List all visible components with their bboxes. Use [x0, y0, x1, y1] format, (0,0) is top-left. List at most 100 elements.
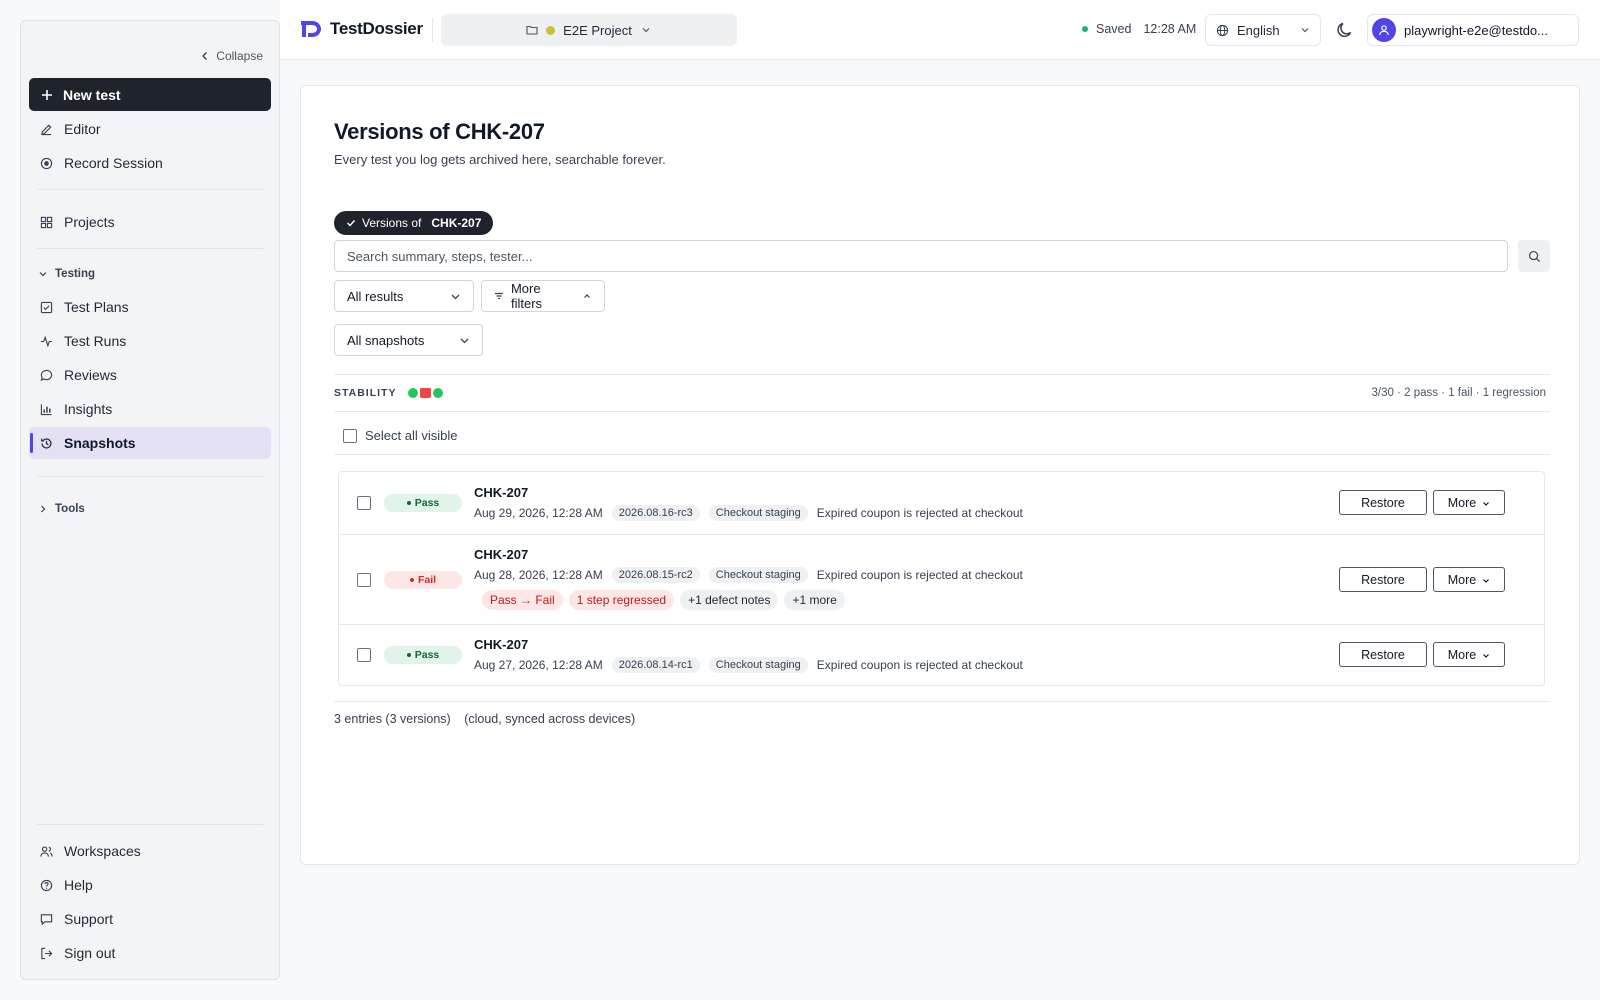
topbar-divider — [432, 18, 433, 42]
section-divider — [334, 411, 1550, 412]
version-tag: 2026.08.16-rc3 — [611, 505, 700, 521]
sidebar-item-workspaces[interactable]: Workspaces — [29, 835, 271, 867]
row-title: CHK-207 — [474, 637, 529, 652]
section-toggle-testing[interactable]: Testing — [39, 268, 95, 280]
section-toggle-tools[interactable]: Tools — [39, 503, 85, 515]
filter-chip-value: CHK-207 — [431, 216, 482, 230]
more-filters-button[interactable]: More filters — [481, 280, 605, 312]
sidebar-item-label: Reviews — [64, 367, 117, 383]
project-switcher[interactable]: E2E Project — [441, 14, 737, 46]
row-checkbox[interactable] — [357, 573, 371, 587]
sign-out-icon — [41, 947, 53, 959]
sidebar-item-test-runs[interactable]: Test Runs — [29, 325, 271, 357]
save-time: 12:28 AM — [1143, 22, 1197, 36]
select-all-row[interactable]: Select all visible — [343, 428, 458, 443]
save-status-dot — [1082, 26, 1088, 32]
section-divider — [334, 454, 1550, 455]
collapse-button[interactable]: Collapse — [200, 49, 263, 63]
avatar — [1372, 18, 1396, 42]
filter-lines-icon — [494, 292, 503, 300]
topbar: TestDossier E2E Project Saved 12:28 AM E… — [280, 0, 1600, 60]
stability-marks — [408, 388, 444, 398]
status-label: Pass — [414, 649, 440, 661]
sidebar-item-label: Projects — [64, 214, 115, 230]
active-filter-chip[interactable]: Versions of CHK-207 — [334, 211, 494, 235]
version-tag: 2026.08.14-rc1 — [611, 657, 700, 673]
more-pill[interactable]: +1 more — [784, 590, 845, 610]
sidebar-item-record-session[interactable]: Record Session — [29, 147, 271, 179]
help-icon — [40, 879, 53, 891]
status-badge: Pass — [384, 646, 462, 664]
sidebar-item-label: Editor — [64, 121, 101, 137]
more-button[interactable]: More — [1433, 490, 1505, 515]
sidebar-item-editor[interactable]: Editor — [29, 113, 271, 145]
environment-tag: Checkout staging — [708, 657, 808, 673]
sidebar-item-reviews[interactable]: Reviews — [29, 359, 271, 391]
filter-chip-prefix: Versions of — [362, 216, 422, 230]
stability-summary: 3/30 · 2 pass · 1 fail · 1 regression — [1371, 387, 1547, 399]
row-meta: Aug 28, 2026, 12:28 AM 2026.08.15-rc2 Ch… — [474, 567, 1023, 583]
project-name: E2E Project — [563, 22, 632, 38]
chevron-down-icon — [1301, 28, 1309, 33]
sidebar-item-label: Test Runs — [64, 333, 127, 349]
sidebar-divider — [37, 824, 263, 825]
save-status-label: Saved — [1096, 22, 1132, 36]
user-email: playwright-e2e@testdo... — [1404, 22, 1548, 38]
new-test-label: New test — [63, 86, 121, 103]
chevron-down-icon — [642, 28, 650, 33]
sidebar-item-sign-out[interactable]: Sign out — [29, 937, 271, 969]
list-item[interactable]: Fail CHK-207 Aug 28, 2026, 12:28 AM 2026… — [339, 535, 1544, 625]
sidebar-item-snapshots[interactable]: Snapshots — [29, 427, 271, 459]
folder-icon — [526, 25, 538, 35]
moon-icon[interactable] — [1335, 20, 1355, 40]
page-subtitle: Every test you log gets archived here, s… — [334, 152, 666, 167]
sidebar-item-insights[interactable]: Insights — [29, 393, 271, 425]
more-button[interactable]: More — [1433, 567, 1505, 592]
sidebar-item-projects[interactable]: Projects — [29, 206, 271, 238]
sidebar-item-label: Test Plans — [64, 299, 129, 315]
user-menu[interactable]: playwright-e2e@testdo... — [1367, 14, 1579, 46]
environment-tag: Checkout staging — [708, 567, 808, 583]
new-test-button[interactable]: New test — [29, 78, 271, 111]
select-all-checkbox[interactable] — [343, 428, 357, 443]
environment-tag: Checkout staging — [708, 505, 808, 521]
history-icon — [41, 437, 52, 449]
sidebar-item-label: Record Session — [64, 155, 163, 171]
search-button[interactable] — [1518, 240, 1550, 272]
restore-label: Restore — [1361, 495, 1405, 510]
sidebar-item-test-plans[interactable]: Test Plans — [29, 291, 271, 323]
logo-mark-icon — [301, 21, 321, 37]
chevron-down-icon — [460, 338, 469, 343]
list-item[interactable]: Pass CHK-207 Aug 29, 2026, 12:28 AM 2026… — [339, 472, 1544, 534]
defect-notes-pill[interactable]: +1 defect notes — [680, 590, 779, 610]
stability-strip: STABILITY — [334, 387, 444, 399]
status-badge: Fail — [384, 571, 462, 589]
row-summary: Expired coupon is rejected at checkout — [816, 568, 1023, 582]
chevron-right-icon — [41, 505, 46, 513]
row-checkbox[interactable] — [357, 496, 371, 510]
sidebar-item-support[interactable]: Support — [29, 903, 271, 935]
versions-list: Pass CHK-207 Aug 29, 2026, 12:28 AM 2026… — [338, 471, 1545, 686]
row-checkbox[interactable] — [357, 648, 371, 662]
app-logo[interactable]: TestDossier — [300, 18, 423, 40]
snapshots-filter-select[interactable]: All snapshots — [334, 324, 483, 356]
restore-button[interactable]: Restore — [1339, 490, 1427, 515]
list-item[interactable]: Pass CHK-207 Aug 27, 2026, 12:28 AM 2026… — [339, 625, 1544, 686]
restore-button[interactable]: Restore — [1339, 567, 1427, 592]
row-title: CHK-207 — [474, 485, 529, 500]
sync-status: (cloud, synced across devices) — [464, 712, 636, 726]
sidebar-item-help[interactable]: Help — [29, 869, 271, 901]
user-icon — [1379, 25, 1389, 36]
restore-button[interactable]: Restore — [1339, 642, 1427, 667]
more-button[interactable]: More — [1433, 642, 1505, 667]
status-dot — [409, 578, 414, 582]
results-filter-select[interactable]: All results — [334, 280, 474, 312]
search-input[interactable] — [334, 240, 1508, 272]
project-color-dot — [546, 25, 556, 35]
language-select[interactable]: English — [1205, 14, 1321, 46]
sidebar-item-label: Support — [64, 911, 114, 927]
versions-panel: Versions of CHK-207 Every test you log g… — [300, 85, 1580, 865]
chevron-down-icon — [1483, 579, 1490, 583]
regression-pills: Pass → Fail 1 step regressed +1 defect n… — [482, 590, 845, 610]
more-label: More — [1447, 572, 1477, 587]
